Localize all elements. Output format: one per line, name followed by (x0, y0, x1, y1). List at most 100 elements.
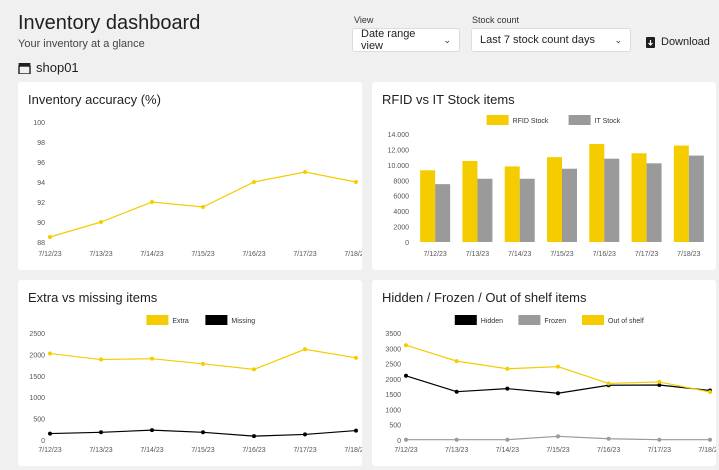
x-tick-label: 7/15/23 (550, 251, 573, 258)
legend-label: Frozen (544, 318, 566, 325)
stock-count-select[interactable]: Last 7 stock count days ⌄ (471, 28, 631, 52)
bar (562, 168, 577, 242)
stock-count-select-value: Last 7 stock count days (480, 34, 595, 46)
legend-swatch (486, 115, 509, 125)
bar (519, 178, 535, 242)
legend-label: Out of shelf (608, 318, 644, 325)
data-point (505, 366, 510, 371)
x-tick-label: 7/12/23 (423, 251, 446, 258)
chevron-down-icon: ⌄ (614, 34, 622, 45)
shop-selector[interactable]: shop01 (18, 60, 79, 75)
data-point (201, 361, 205, 366)
view-label: View (354, 15, 374, 25)
y-tick-label: 0 (41, 438, 45, 445)
view-select[interactable]: Date range view ⌄ (352, 28, 460, 52)
x-tick-label: 7/18/23 (698, 447, 716, 454)
data-point (99, 430, 103, 435)
legend-label: Extra (172, 318, 188, 325)
shop-name: shop01 (36, 60, 79, 75)
x-tick-label: 7/16/23 (597, 447, 620, 454)
data-point (48, 431, 52, 436)
data-point (303, 347, 307, 352)
x-tick-label: 7/18/23 (344, 447, 362, 454)
bar (604, 158, 620, 242)
hidden-frozen-chart-card: Hidden / Frozen / Out of shelf items 0 50… (372, 280, 716, 466)
stock-count-label: Stock count (472, 15, 520, 25)
data-point (454, 389, 459, 394)
accuracy-chart-card: Inventory accuracy (%) 88 90 92 94 96 98 100 7/… (18, 82, 362, 270)
view-select-value: Date range view (361, 28, 416, 52)
data-point (252, 367, 256, 372)
download-icon (646, 36, 655, 48)
y-tick-label: 1500 (385, 392, 401, 399)
extra-missing-chart-card: Extra vs missing items 0 500 1000 1500 2000 2… (18, 280, 362, 466)
y-tick-label: 100 (33, 120, 45, 127)
data-point (99, 357, 103, 362)
data-point (354, 428, 358, 433)
accuracy-chart: 88 90 92 94 96 98 100 7/12/23 7/13/23 7/14/23 7/15… (33, 120, 362, 258)
data-point (404, 343, 408, 348)
y-tick-label: 2000 (29, 352, 45, 359)
bar (420, 170, 436, 242)
x-tick-label: 7/17/23 (635, 251, 658, 258)
bar (504, 166, 520, 242)
extra-missing-chart: 0 500 1000 1500 2000 2500 7/12/23 7/13/23 7/14/2… (29, 315, 362, 454)
y-tick-label: 98 (37, 140, 45, 147)
x-tick-label: 7/17/23 (293, 447, 316, 454)
data-point (404, 373, 408, 378)
y-tick-label: 4000 (393, 209, 409, 216)
y-tick-label: 3500 (385, 331, 401, 338)
bar (673, 145, 689, 242)
download-button[interactable]: Download (646, 30, 710, 54)
x-tick-label: 7/16/23 (242, 447, 265, 454)
x-tick-label: 7/14/23 (496, 447, 519, 454)
y-tick-label: 1500 (29, 374, 45, 381)
legend-swatch (582, 315, 604, 325)
bar (631, 153, 647, 242)
y-tick-label: 92 (37, 200, 45, 207)
hidden-frozen-chart: 0 500 1000 1500 2000 2500 3000 3500 7/12/23 7/13/… (385, 315, 716, 454)
data-point (454, 359, 459, 364)
x-tick-label: 7/13/23 (89, 447, 112, 454)
y-tick-label: 2500 (29, 331, 45, 338)
y-tick-label: 1000 (385, 407, 401, 414)
data-point (657, 437, 662, 442)
data-point (99, 220, 103, 224)
x-tick-label: 7/15/23 (191, 251, 214, 258)
data-point (252, 434, 256, 439)
page-subtitle: Your inventory at a glance (18, 38, 145, 50)
bar (646, 163, 662, 242)
x-tick-label: 7/13/23 (445, 447, 468, 454)
data-point (48, 351, 52, 356)
legend-swatch (568, 115, 591, 125)
y-tick-label: 94 (37, 180, 45, 187)
x-tick-label: 7/15/23 (191, 447, 214, 454)
x-tick-label: 7/16/23 (593, 251, 616, 258)
data-point (606, 436, 611, 441)
x-tick-label: 7/16/23 (242, 251, 265, 258)
x-tick-label: 7/13/23 (466, 251, 489, 258)
y-tick-label: 2000 (385, 377, 401, 384)
y-tick-label: 3000 (385, 346, 401, 353)
data-point (556, 434, 560, 439)
data-point (303, 432, 307, 437)
x-tick-label: 7/17/23 (648, 447, 671, 454)
data-point (252, 180, 256, 184)
x-tick-label: 7/14/23 (140, 447, 163, 454)
y-tick-label: 88 (37, 240, 45, 247)
y-tick-label: 10.000 (388, 163, 410, 170)
data-point (150, 356, 154, 361)
bar (462, 161, 478, 242)
x-tick-label: 7/14/23 (508, 251, 531, 258)
data-point (505, 437, 510, 442)
data-point (354, 180, 358, 184)
x-tick-label: 7/12/23 (38, 251, 61, 258)
series-line (49, 348, 357, 370)
data-point (606, 381, 611, 386)
bar (477, 178, 493, 242)
series-line (405, 375, 711, 394)
y-tick-label: 500 (33, 417, 45, 424)
data-point (657, 379, 662, 384)
legend-label: RFID Stock (513, 118, 549, 125)
bar (589, 144, 605, 242)
